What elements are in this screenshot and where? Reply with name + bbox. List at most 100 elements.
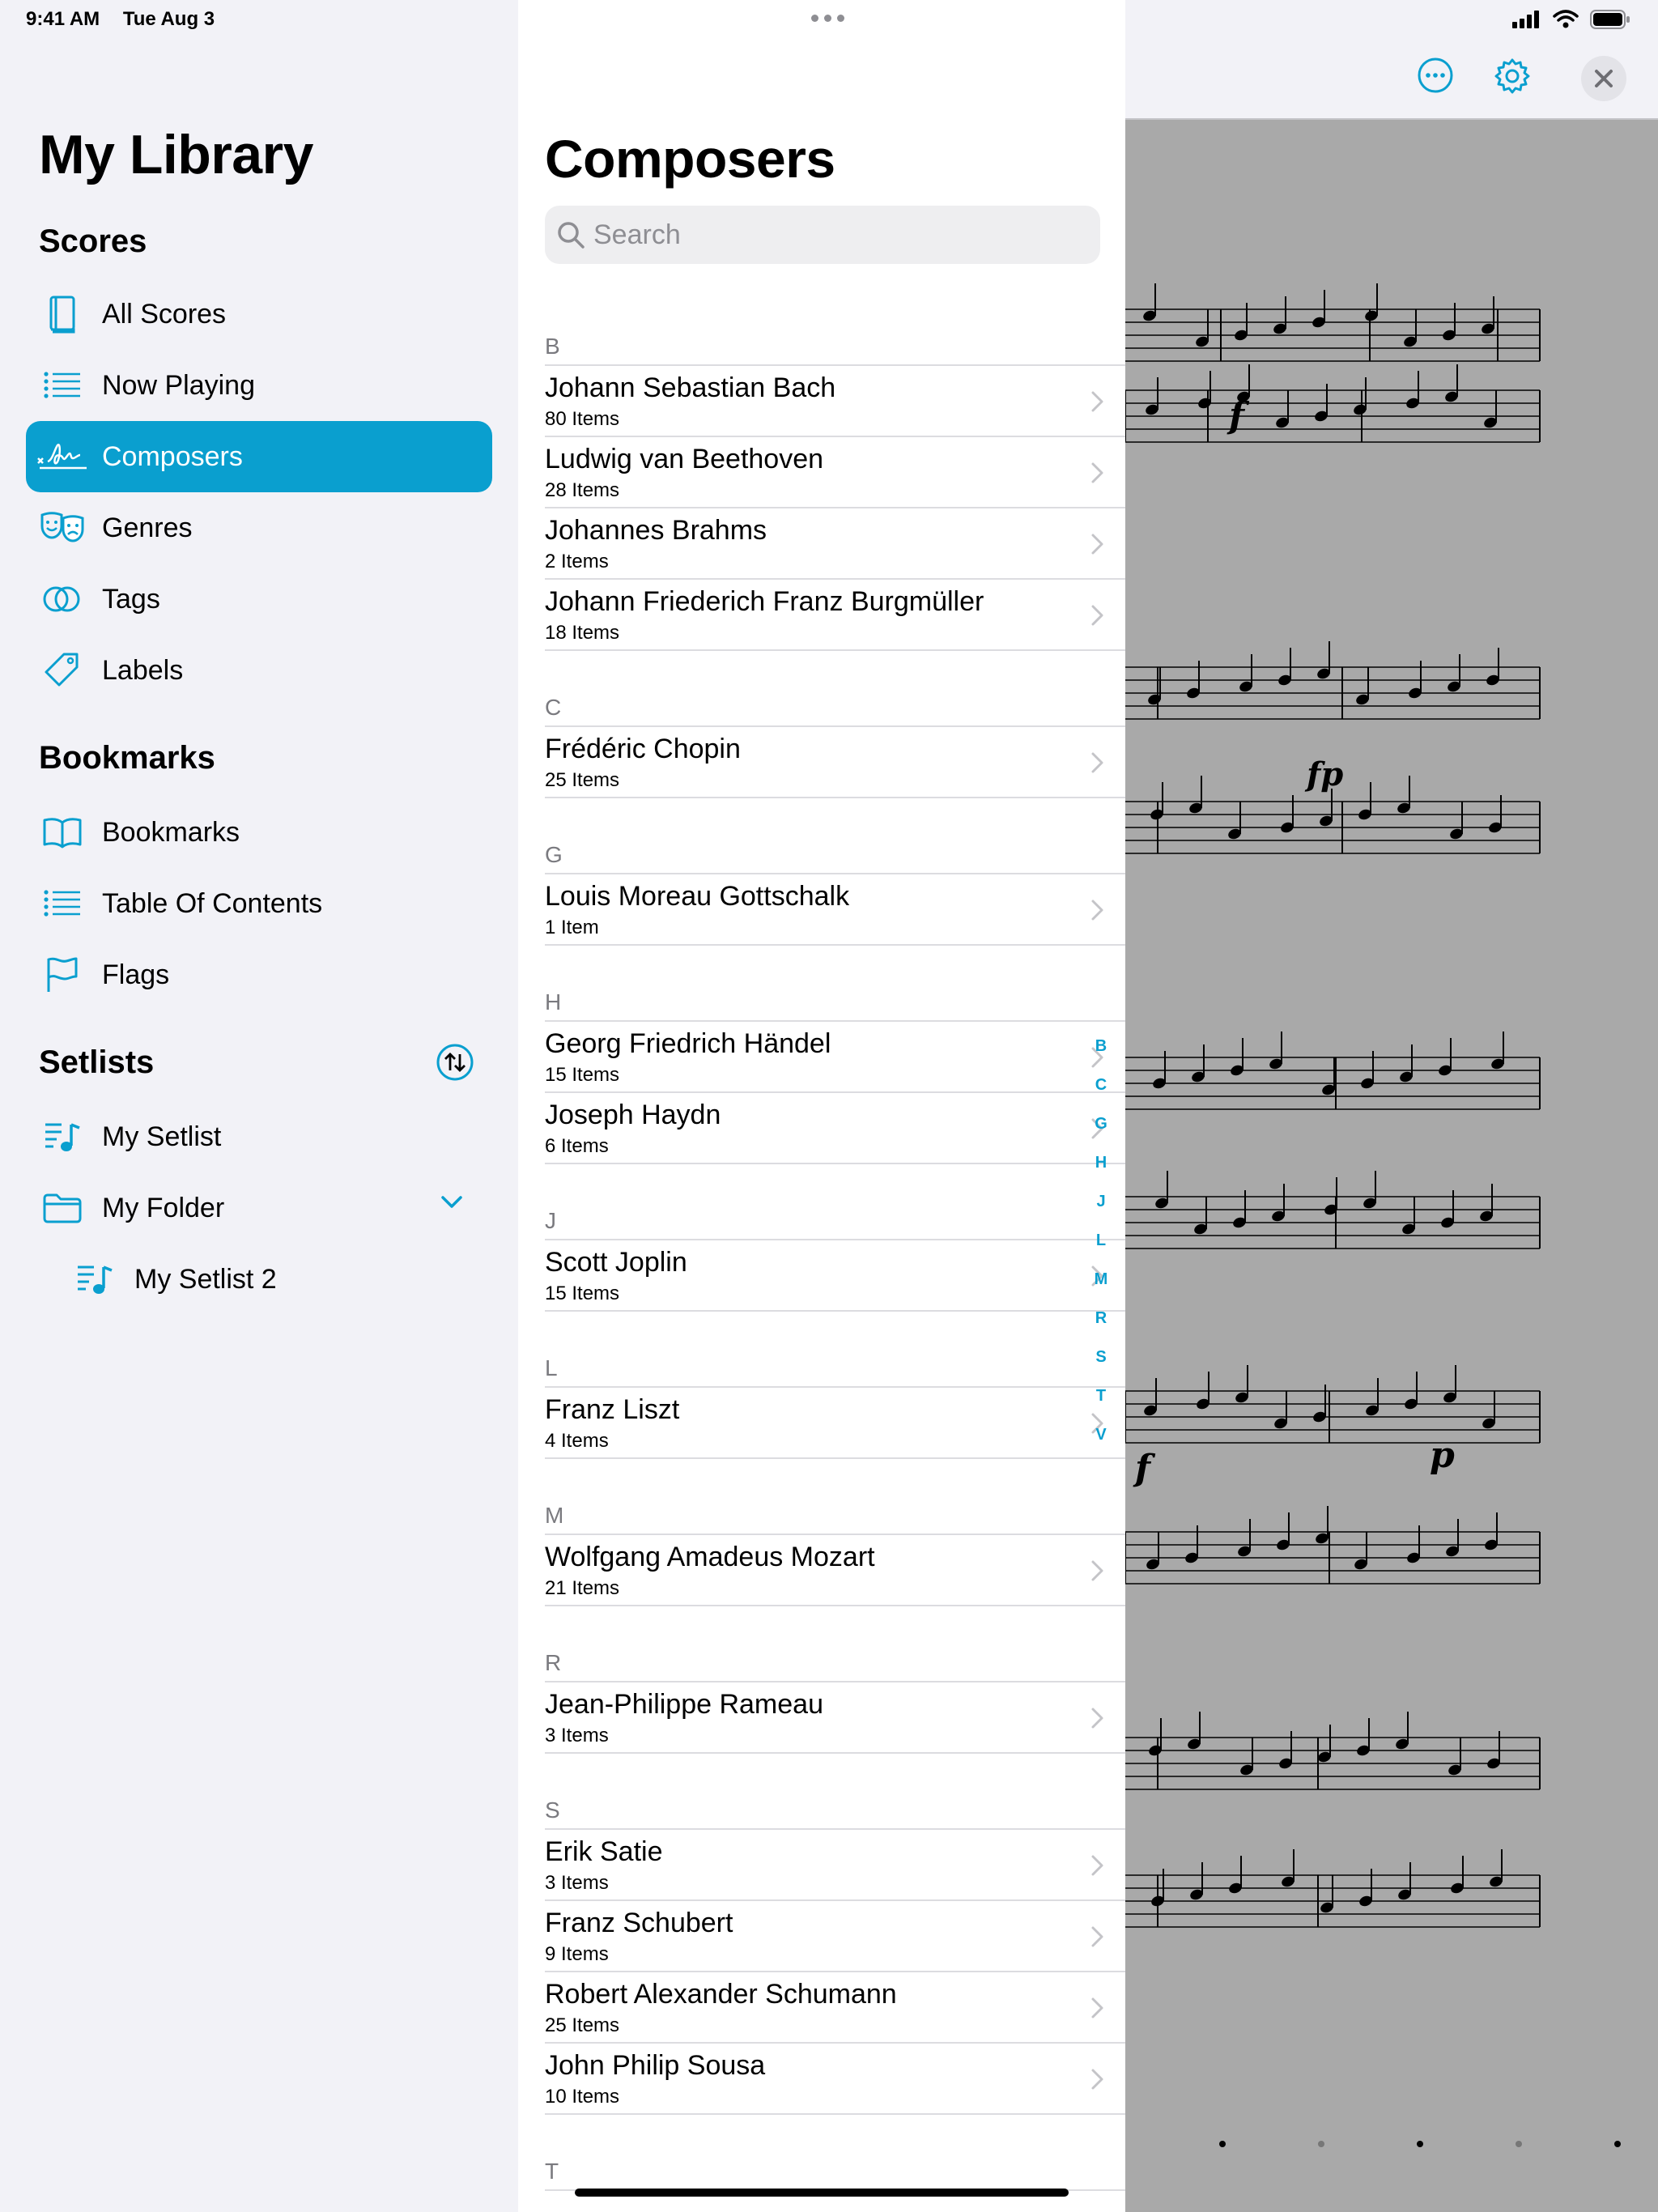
sidebar-item-bookmarks[interactable]: Bookmarks <box>26 797 492 868</box>
search-input[interactable] <box>593 219 1079 251</box>
section-index[interactable]: BCGHJLMRSTV <box>1086 1027 1116 1454</box>
item-count: 25 Items <box>545 769 620 791</box>
page-dot <box>1417 2141 1423 2147</box>
composer-row[interactable]: Frédéric Chopin 25 Items <box>545 727 1125 798</box>
composer-name: Jean-Philippe Rameau <box>545 1689 823 1720</box>
item-count: 4 Items <box>545 1430 609 1452</box>
library-title: My Library <box>39 124 313 185</box>
composer-row[interactable]: Louis Moreau Gottschalk 1 Item <box>545 874 1125 946</box>
score-toolbar <box>1125 0 1658 120</box>
battery-icon <box>1590 10 1630 29</box>
composer-name: Frédéric Chopin <box>545 734 741 764</box>
composer-row[interactable]: Wolfgang Amadeus Mozart 21 Items <box>545 1535 1125 1606</box>
index-letter[interactable]: G <box>1095 1104 1107 1143</box>
chevron-right-icon <box>1090 1997 1105 2023</box>
chevron-right-icon <box>1090 899 1105 925</box>
chevron-right-icon <box>1090 1707 1105 1733</box>
index-letter[interactable]: V <box>1095 1415 1106 1454</box>
composer-name: Georg Friedrich Händel <box>545 1028 831 1059</box>
setlist-icon <box>58 1244 131 1315</box>
tags-icon <box>26 564 99 635</box>
sidebar-item-genres[interactable]: Genres <box>26 492 492 564</box>
section-title-scores: Scores <box>39 223 147 259</box>
item-count: 18 Items <box>545 622 620 644</box>
sidebar-item-label: Bookmarks <box>102 816 240 848</box>
index-letter[interactable]: M <box>1095 1260 1108 1299</box>
sidebar-item-label: Genres <box>102 512 193 543</box>
composer-row[interactable]: Robert Alexander Schumann 25 Items <box>545 1972 1125 2044</box>
index-letter[interactable]: H <box>1095 1143 1107 1182</box>
page-title: Composers <box>545 129 835 189</box>
sidebar-item-composers[interactable]: Composers <box>26 421 492 492</box>
index-letter[interactable]: R <box>1095 1299 1107 1338</box>
close-button[interactable] <box>1580 55 1627 106</box>
page-dot <box>1219 2141 1226 2147</box>
sort-button[interactable] <box>436 1043 474 1086</box>
composer-row[interactable]: Johann Sebastian Bach 80 Items <box>545 366 1125 437</box>
index-letter[interactable]: L <box>1096 1221 1106 1260</box>
item-count: 6 Items <box>545 1135 609 1157</box>
page-dot <box>1516 2141 1522 2147</box>
chevron-right-icon <box>1090 1559 1105 1586</box>
sidebar-item-table-of-contents[interactable]: Table Of Contents <box>26 868 492 939</box>
search-field[interactable] <box>545 206 1100 264</box>
sidebar-item-tags[interactable]: Tags <box>26 564 492 635</box>
settings-button[interactable] <box>1493 57 1532 100</box>
section-header: T <box>545 2159 559 2184</box>
sidebar-item-my-setlist[interactable]: My Setlist <box>26 1101 492 1172</box>
status-bar-left: 9:41 AM Tue Aug 3 <box>26 8 232 31</box>
status-bar-right <box>1512 10 1630 29</box>
index-letter[interactable]: J <box>1096 1182 1105 1221</box>
divider <box>545 2113 1125 2115</box>
page-dot <box>1318 2141 1324 2147</box>
sidebar-item-my-setlist-2[interactable]: My Setlist 2 <box>58 1244 492 1315</box>
composer-row[interactable]: Franz Schubert 9 Items <box>545 1901 1125 1972</box>
sidebar-item-label: Labels <box>102 654 184 686</box>
item-count: 2 Items <box>545 551 609 572</box>
composer-name: Johannes Brahms <box>545 515 767 546</box>
sidebar-item-now-playing[interactable]: Now Playing <box>26 350 492 421</box>
index-letter[interactable]: T <box>1096 1376 1106 1415</box>
item-count: 10 Items <box>545 2086 620 2108</box>
index-letter[interactable]: B <box>1095 1027 1107 1066</box>
chevron-right-icon <box>1090 751 1105 778</box>
composers-panel: Composers B Johann Sebastian Bach 80 Items… <box>518 0 1125 2212</box>
index-letter[interactable]: S <box>1095 1338 1106 1376</box>
composer-row[interactable]: Ludwig van Beethoven 28 Items <box>545 437 1125 508</box>
sidebar: 9:41 AM Tue Aug 3 My Library Scores All … <box>0 0 518 2212</box>
composer-row[interactable]: Scott Joplin 15 Items <box>545 1240 1125 1312</box>
dynamic-mark: p <box>1430 1435 1455 1476</box>
sidebar-item-label: Now Playing <box>102 369 255 401</box>
section-header: B <box>545 334 560 359</box>
sheet-music[interactable]: f fp f p <box>1125 120 1658 2212</box>
sidebar-item-my-folder[interactable]: My Folder <box>26 1172 492 1244</box>
composer-row[interactable]: Georg Friedrich Händel 15 Items <box>545 1022 1125 1093</box>
index-letter[interactable]: C <box>1095 1066 1107 1104</box>
close-icon <box>1581 56 1626 101</box>
section-header: G <box>545 842 563 867</box>
sidebar-item-all-scores[interactable]: All Scores <box>26 279 492 350</box>
more-handle-icon[interactable] <box>811 15 844 22</box>
composer-name: Franz Schubert <box>545 1908 733 1938</box>
ellipsis-circle-icon <box>1418 57 1453 93</box>
more-options-button[interactable] <box>1417 57 1454 98</box>
sidebar-item-flags[interactable]: Flags <box>26 939 492 1010</box>
composer-name: Ludwig van Beethoven <box>545 444 824 474</box>
composer-row[interactable]: Johannes Brahms 2 Items <box>545 508 1125 580</box>
composer-row[interactable]: Erik Satie 3 Items <box>545 1830 1125 1901</box>
composer-row[interactable]: Joseph Haydn 6 Items <box>545 1093 1125 1164</box>
cellular-signal-icon <box>1512 11 1539 28</box>
divider <box>545 1457 1125 1459</box>
composer-row[interactable]: Jean-Philippe Rameau 3 Items <box>545 1682 1125 1754</box>
sidebar-item-labels[interactable]: Labels <box>26 635 492 706</box>
composer-row[interactable]: Franz Liszt 4 Items <box>545 1388 1125 1459</box>
divider <box>545 797 1125 798</box>
chevron-down-icon[interactable] <box>440 1195 463 1214</box>
composer-row[interactable]: John Philip Sousa 10 Items <box>545 2044 1125 2115</box>
item-count: 1 Item <box>545 917 599 938</box>
item-count: 21 Items <box>545 1577 620 1599</box>
sidebar-item-label: All Scores <box>102 298 227 330</box>
composer-row[interactable]: Johann Friederich Franz Burgmüller 18 Ite… <box>545 580 1125 651</box>
item-count: 25 Items <box>545 2014 620 2036</box>
divider <box>545 649 1125 651</box>
